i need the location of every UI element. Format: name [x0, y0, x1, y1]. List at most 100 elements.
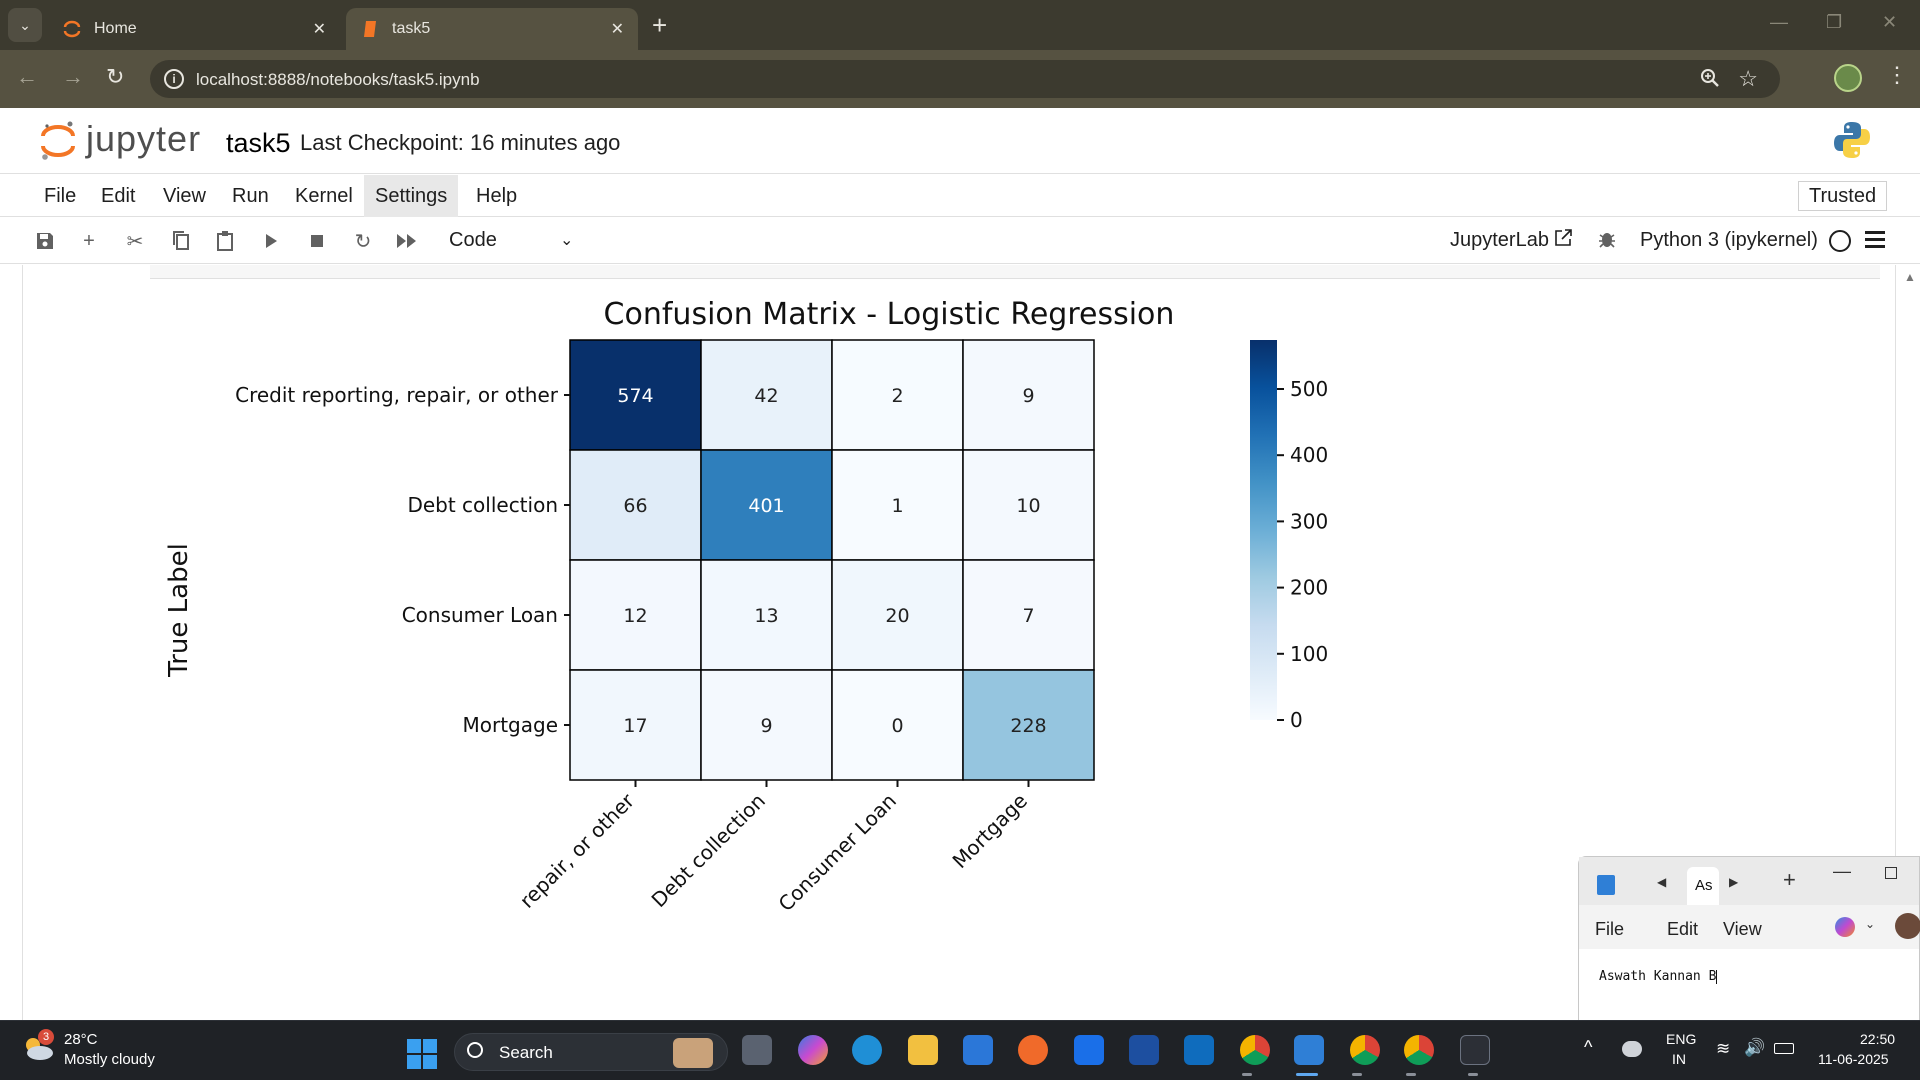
maximize-icon[interactable] — [1885, 867, 1897, 879]
menu-help[interactable]: Help — [465, 175, 528, 217]
battery-icon[interactable] — [1774, 1043, 1794, 1054]
notepad-taskbar-icon[interactable] — [1294, 1035, 1324, 1065]
taskbar-search[interactable]: Search — [454, 1033, 728, 1071]
onedrive-icon[interactable] — [1622, 1041, 1642, 1057]
row-tick-label: Consumer Loan — [402, 603, 558, 627]
edge-icon[interactable] — [852, 1035, 882, 1065]
show-hidden-icons-icon[interactable]: ^ — [1584, 1037, 1592, 1058]
chrome-profile-icon[interactable] — [1350, 1035, 1380, 1065]
notepad-menu-file[interactable]: File — [1595, 919, 1624, 940]
debugger-bug-icon[interactable] — [1598, 229, 1616, 255]
row-tick-label: Debt collection — [407, 493, 558, 517]
weather-temperature[interactable]: 28°C — [64, 1031, 98, 1048]
scroll-up-arrow-icon[interactable]: ▲ — [1904, 270, 1916, 284]
fast-forward-icon[interactable] — [394, 228, 420, 254]
menu-edit[interactable]: Edit — [90, 175, 146, 217]
new-tab-button[interactable]: + — [1783, 867, 1796, 893]
colorbar-tick-label: 500 — [1290, 377, 1328, 401]
url-field[interactable]: i localhost:8888/notebooks/task5.ipynb ☆ — [150, 60, 1780, 98]
bookmark-star-icon[interactable]: ☆ — [1738, 66, 1758, 92]
browser-address-bar: ← → ↻ i localhost:8888/notebooks/task5.i… — [0, 50, 1920, 108]
dropbox-icon[interactable] — [1074, 1035, 1104, 1065]
language-line-2[interactable]: IN — [1672, 1051, 1686, 1067]
browser-menu-icon[interactable]: ⋮ — [1886, 62, 1908, 88]
paste-icon[interactable] — [212, 228, 238, 254]
notepad-text-content[interactable]: Aswath Kannan B — [1599, 969, 1718, 984]
notepad-menu-view[interactable]: View — [1723, 919, 1762, 940]
avatar[interactable] — [1895, 913, 1920, 939]
forward-icon[interactable]: → — [62, 64, 84, 90]
chrome-profile-icon[interactable] — [1404, 1035, 1434, 1065]
colorbar-tick-label: 400 — [1290, 443, 1328, 467]
start-button[interactable] — [407, 1039, 437, 1069]
copy-icon[interactable] — [168, 228, 194, 254]
tab-home[interactable]: Home ✕ — [48, 8, 340, 50]
weather-description[interactable]: Mostly cloudy — [64, 1051, 155, 1068]
jupyterlab-link[interactable]: JupyterLab — [1450, 229, 1549, 252]
volume-icon[interactable]: 🔊 — [1744, 1038, 1765, 1058]
close-icon[interactable]: ✕ — [313, 19, 326, 39]
scroll-tabs-left-icon[interactable]: ◀ — [1657, 875, 1666, 889]
kernel-name[interactable]: Python 3 (ipykernel) — [1640, 229, 1818, 252]
jupyter-logo-icon[interactable] — [40, 120, 76, 162]
column-tick-label: Consumer Loan — [774, 789, 902, 917]
menu-file[interactable]: File — [33, 175, 87, 217]
run-icon[interactable] — [258, 228, 284, 254]
restart-icon[interactable]: ↻ — [350, 228, 376, 254]
restore-icon[interactable]: ❐ — [1826, 12, 1842, 33]
language-line-1[interactable]: ENG — [1666, 1031, 1696, 1047]
save-icon[interactable] — [32, 228, 58, 254]
firefox-icon[interactable] — [1018, 1035, 1048, 1065]
cell-type-select[interactable]: Code — [449, 229, 497, 252]
colorbar — [1250, 340, 1277, 720]
menu-view[interactable]: View — [152, 175, 217, 217]
reload-icon[interactable]: ↻ — [106, 64, 124, 90]
jupyter-wordmark: jupyter — [86, 118, 202, 159]
chrome-icon[interactable] — [1240, 1035, 1270, 1065]
profile-avatar[interactable] — [1834, 64, 1862, 92]
copilot-icon[interactable] — [798, 1035, 828, 1065]
notepad-menu-edit[interactable]: Edit — [1667, 919, 1698, 940]
chevron-down-icon[interactable]: ⌄ — [560, 230, 573, 250]
scroll-tabs-right-icon[interactable]: ▶ — [1729, 875, 1738, 889]
task-view-icon[interactable] — [742, 1035, 772, 1065]
minimize-icon[interactable]: — — [1833, 861, 1851, 882]
microsoft-store-icon[interactable] — [963, 1035, 993, 1065]
notepad-editor[interactable] — [1579, 949, 1919, 1021]
file-explorer-icon[interactable] — [908, 1035, 938, 1065]
close-icon[interactable]: ✕ — [611, 19, 624, 39]
wifi-icon[interactable]: ≋ — [1716, 1039, 1730, 1059]
tab-task5[interactable]: task5 ✕ — [346, 8, 638, 50]
window-close-icon[interactable]: ✕ — [1882, 12, 1897, 33]
running-indicator — [1352, 1073, 1362, 1076]
kernel-status-icon — [1829, 230, 1851, 252]
add-cell-icon[interactable]: + — [76, 228, 102, 254]
cell-value-label: 2 — [891, 385, 903, 407]
weather-badge: 3 — [38, 1029, 54, 1045]
new-tab-button[interactable]: + — [652, 12, 667, 38]
notepad-tab[interactable]: As — [1687, 867, 1719, 905]
cut-icon[interactable]: ✂ — [122, 228, 148, 254]
copilot-icon[interactable] — [1835, 917, 1855, 937]
cell-value-label: 13 — [754, 605, 778, 627]
trusted-indicator[interactable]: Trusted — [1798, 181, 1888, 211]
menu-settings[interactable]: Settings — [364, 175, 459, 217]
notebook-title[interactable]: task5 — [226, 128, 291, 159]
back-icon[interactable]: ← — [16, 64, 38, 90]
clock-date[interactable]: 11-06-2025 — [1818, 1051, 1889, 1067]
more-menu-icon[interactable] — [1865, 231, 1885, 249]
site-info-icon[interactable]: i — [164, 69, 184, 89]
chevron-down-icon[interactable]: ⌄ — [1865, 917, 1875, 931]
stop-icon[interactable] — [304, 228, 330, 254]
vpn-app-icon[interactable] — [1129, 1035, 1159, 1065]
tab-search-button[interactable]: ⌄ — [8, 8, 42, 42]
outlook-icon[interactable] — [1184, 1035, 1214, 1065]
zoom-icon[interactable] — [1700, 68, 1720, 93]
terminal-icon[interactable] — [1460, 1035, 1490, 1065]
menu-run[interactable]: Run — [221, 175, 280, 217]
clock-time[interactable]: 22:50 — [1860, 1031, 1895, 1047]
cell-value-label: 574 — [617, 385, 653, 407]
external-link-icon[interactable] — [1554, 229, 1572, 253]
menu-kernel[interactable]: Kernel — [284, 175, 364, 217]
minimize-icon[interactable]: — — [1770, 12, 1788, 33]
